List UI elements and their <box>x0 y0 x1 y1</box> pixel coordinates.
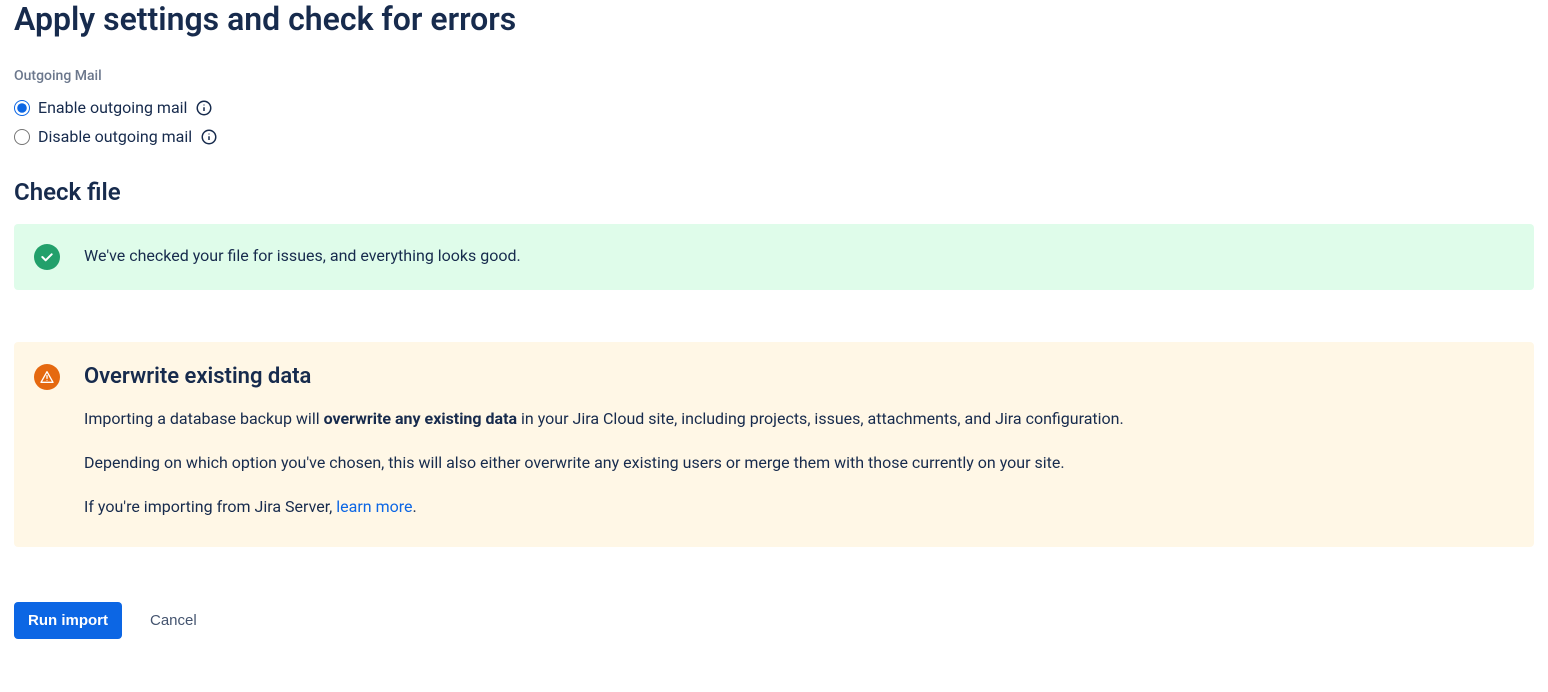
outgoing-mail-radio-group: Enable outgoing mail Disable outgoing ma… <box>14 98 1534 146</box>
overwrite-warning-p1-prefix: Importing a database backup will <box>84 409 324 428</box>
overwrite-warning-p1-bold: overwrite any existing data <box>324 409 518 428</box>
disable-outgoing-mail-option[interactable]: Disable outgoing mail <box>14 127 1534 146</box>
outgoing-mail-section-label: Outgoing Mail <box>14 68 1534 84</box>
check-file-success-alert: We've checked your file for issues, and … <box>14 224 1534 290</box>
overwrite-warning-paragraph-3: If you're importing from Jira Server, le… <box>84 495 1514 519</box>
disable-outgoing-mail-radio[interactable] <box>14 129 30 145</box>
overwrite-warning-alert: Overwrite existing data Importing a data… <box>14 342 1534 547</box>
disable-outgoing-mail-label: Disable outgoing mail <box>38 127 192 146</box>
overwrite-warning-paragraph-2: Depending on which option you've chosen,… <box>84 451 1514 475</box>
run-import-button[interactable]: Run import <box>14 602 122 639</box>
check-file-success-message: We've checked your file for issues, and … <box>84 244 1514 265</box>
learn-more-link[interactable]: learn more <box>336 497 412 516</box>
footer-button-row: Run import Cancel <box>14 602 1534 639</box>
overwrite-warning-title: Overwrite existing data <box>84 364 1514 389</box>
enable-outgoing-mail-option[interactable]: Enable outgoing mail <box>14 98 1534 117</box>
overwrite-warning-paragraph-1: Importing a database backup will overwri… <box>84 407 1514 431</box>
cancel-button[interactable]: Cancel <box>150 612 197 629</box>
check-file-heading: Check file <box>14 178 1534 206</box>
overwrite-warning-p1-suffix: in your Jira Cloud site, including proje… <box>517 409 1124 428</box>
overwrite-warning-p3-prefix: If you're importing from Jira Server, <box>84 497 336 516</box>
enable-outgoing-mail-label: Enable outgoing mail <box>38 98 187 117</box>
enable-outgoing-mail-radio[interactable] <box>14 100 30 116</box>
info-icon[interactable] <box>200 128 218 146</box>
page-title: Apply settings and check for errors <box>14 0 1534 38</box>
success-check-icon <box>34 244 60 270</box>
warning-triangle-icon <box>34 364 60 390</box>
info-icon[interactable] <box>195 99 213 117</box>
overwrite-warning-p3-suffix: . <box>413 497 417 516</box>
